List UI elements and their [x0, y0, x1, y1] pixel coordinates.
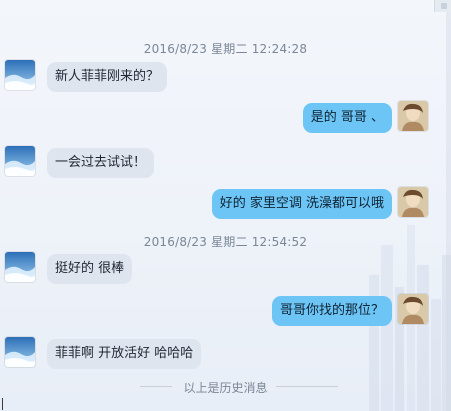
contact-avatar[interactable] — [5, 146, 35, 176]
chat-history-panel: 2016/8/23 星期二 12:24:28 新人菲菲刚来的？ 是的 哥哥 、 … — [0, 0, 451, 411]
photo-avatar-icon — [398, 187, 428, 217]
message-bubble-incoming[interactable]: 一会过去试试！ — [47, 148, 155, 178]
message-bubble-incoming[interactable]: 挺好的 很棒 — [47, 254, 133, 284]
photo-avatar-icon — [398, 101, 428, 131]
message-bubble-outgoing[interactable]: 好的 家里空调 洗澡都可以哦 — [211, 189, 392, 219]
text-cursor — [2, 398, 3, 410]
scrollbar[interactable] — [446, 12, 451, 411]
contact-avatar[interactable] — [5, 60, 35, 90]
user-avatar[interactable] — [398, 187, 428, 217]
contact-avatar[interactable] — [5, 252, 35, 282]
user-avatar[interactable] — [398, 101, 428, 131]
sky-avatar-icon — [5, 60, 35, 90]
message-bubble-outgoing[interactable]: 哥哥你找的那位？ — [271, 296, 392, 326]
timestamp: 2016/8/23 星期二 12:54:52 — [143, 235, 308, 249]
corner-grip-icon — [441, 3, 447, 9]
divider-right — [276, 386, 338, 387]
sky-avatar-icon — [5, 252, 35, 282]
user-avatar[interactable] — [398, 294, 428, 324]
photo-avatar-icon — [398, 294, 428, 324]
sky-avatar-icon — [5, 146, 35, 176]
sky-avatar-icon — [5, 337, 35, 367]
history-label: 以上是历史消息 — [183, 381, 268, 395]
timestamp: 2016/8/23 星期二 12:24:28 — [143, 42, 308, 56]
message-bubble-incoming[interactable]: 新人菲菲刚来的？ — [47, 62, 168, 92]
message-bubble-incoming[interactable]: 菲菲啊 开放活好 哈哈哈 — [47, 339, 202, 369]
message-bubble-outgoing[interactable]: 是的 哥哥 、 — [302, 103, 392, 133]
contact-avatar[interactable] — [5, 337, 35, 367]
